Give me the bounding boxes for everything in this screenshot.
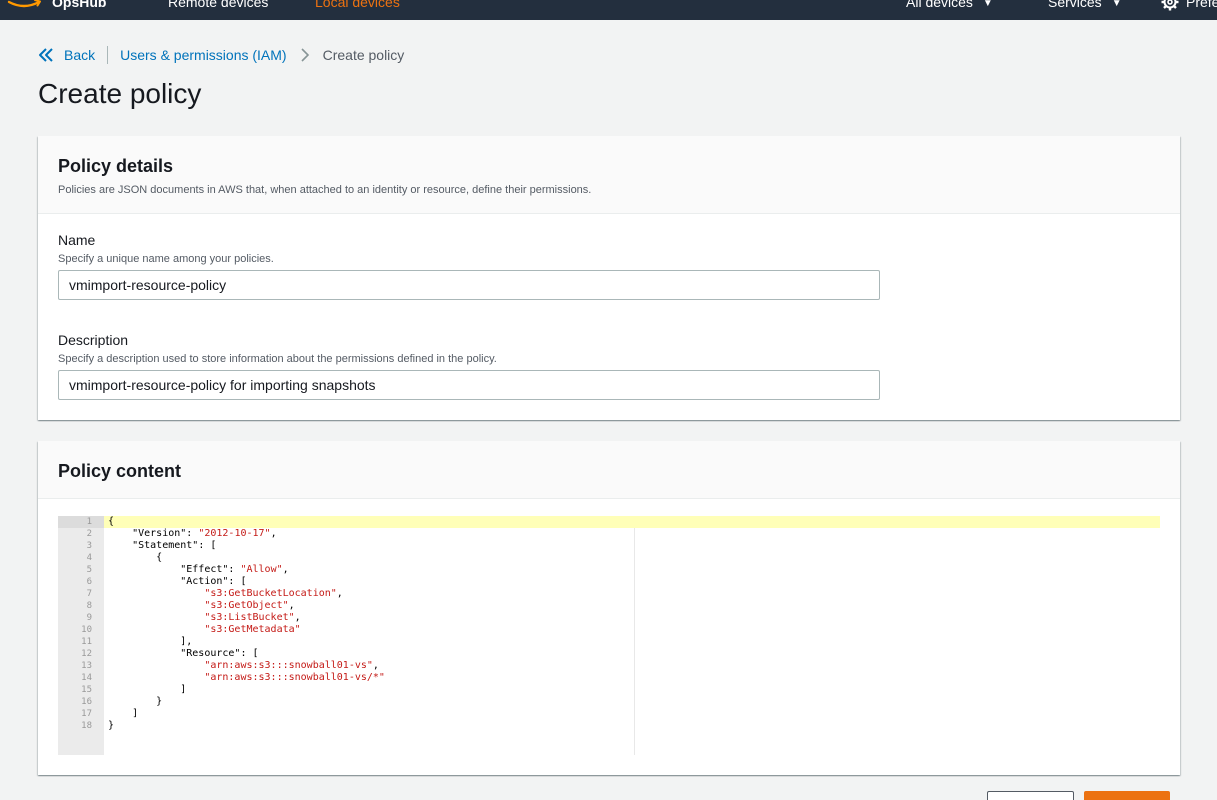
back-link[interactable]: Back xyxy=(64,47,95,63)
code-line: "Version": "2012-10-17", xyxy=(132,528,277,539)
policy-details-title: Policy details xyxy=(58,156,174,176)
nav-local-devices[interactable]: Local devices xyxy=(315,0,400,10)
double-chevron-left-icon[interactable] xyxy=(38,47,54,63)
code-line: { xyxy=(104,516,1160,528)
code-line: } xyxy=(108,720,115,731)
code-line: "Resource": [ xyxy=(180,648,259,659)
caret-down-icon: ▼ xyxy=(982,0,993,9)
line-number: 2 xyxy=(86,529,92,539)
line-number: 16 xyxy=(81,697,92,707)
caret-down-icon: ▼ xyxy=(1111,0,1122,9)
policy-details-panel: Policy details Policies are JSON documen… xyxy=(38,136,1180,420)
code-line: "Statement": [ xyxy=(132,540,217,551)
top-navigation-bar: OpsHub Remote devices Local devices All … xyxy=(0,0,1217,20)
policy-content-panel: Policy content 1 2 3 4 5 6 7 8 9 10 11 12 13 14 15 16 17… xyxy=(38,441,1180,775)
policy-content-header: Policy content xyxy=(38,441,1180,499)
page-title: Create policy xyxy=(38,78,202,109)
code-line: "s3:GetBucketLocation", xyxy=(204,588,343,599)
all-devices-label: All devices xyxy=(906,0,973,10)
code-line: ], xyxy=(108,636,193,647)
code-line: "Action": [ xyxy=(180,576,247,587)
name-input[interactable] xyxy=(58,270,880,300)
aws-logo-icon[interactable] xyxy=(6,0,42,12)
line-number: 9 xyxy=(86,613,92,623)
code-text-area[interactable]: { "Version": "2012-10-17", "Statement": … xyxy=(104,516,1160,755)
name-field: Name Specify a unique name among your po… xyxy=(58,232,880,300)
description-field: Description Specify a description used t… xyxy=(58,332,880,400)
code-line: { xyxy=(108,552,163,563)
cancel-button[interactable] xyxy=(987,791,1074,800)
brand-name[interactable]: OpsHub xyxy=(52,0,106,10)
code-line: "s3:GetMetadata" xyxy=(204,624,301,635)
code-line: ] xyxy=(108,708,139,719)
line-number: 17 xyxy=(81,709,92,719)
line-number: 10 xyxy=(81,625,92,635)
line-number: 15 xyxy=(81,685,92,695)
code-line: "s3:ListBucket", xyxy=(204,612,301,623)
policy-details-description: Policies are JSON documents in AWS that,… xyxy=(58,184,592,196)
preferences-link[interactable]: Preferences xyxy=(1186,0,1217,10)
line-number: 4 xyxy=(86,553,92,563)
description-hint: Specify a description used to store info… xyxy=(58,353,497,365)
description-input[interactable] xyxy=(58,370,880,400)
line-number: 11 xyxy=(81,637,92,647)
gear-icon[interactable] xyxy=(1161,0,1179,11)
name-hint: Specify a unique name among your policie… xyxy=(58,253,274,265)
code-line: "arn:aws:s3:::snowball01-vs", xyxy=(204,660,379,671)
policy-details-header: Policy details Policies are JSON documen… xyxy=(38,136,1180,214)
create-policy-button[interactable] xyxy=(1084,791,1170,800)
name-label: Name xyxy=(58,232,96,248)
breadcrumb-divider xyxy=(107,46,109,64)
line-number: 18 xyxy=(81,721,92,731)
chevron-right-icon xyxy=(301,48,309,62)
code-line: "s3:GetObject", xyxy=(204,600,295,611)
line-number: 8 xyxy=(86,601,92,611)
line-number: 12 xyxy=(81,649,92,659)
code-line: "arn:aws:s3:::snowball01-vs/*" xyxy=(204,672,385,683)
description-label: Description xyxy=(58,332,129,348)
code-line: } xyxy=(108,696,163,707)
policy-content-title: Policy content xyxy=(58,461,182,481)
json-code-editor[interactable]: 1 2 3 4 5 6 7 8 9 10 11 12 13 14 15 16 17 18 { "Version":… xyxy=(58,516,1160,755)
services-dropdown[interactable]: Services ▼ xyxy=(1048,0,1122,10)
breadcrumb-current: Create policy xyxy=(322,47,405,63)
breadcrumb: Back Users & permissions (IAM) Create po… xyxy=(38,46,404,64)
line-number: 1 xyxy=(58,516,104,528)
line-number: 7 xyxy=(86,589,92,599)
line-number: 13 xyxy=(81,661,92,671)
print-margin-line xyxy=(634,528,635,755)
all-devices-dropdown[interactable]: All devices ▼ xyxy=(906,0,993,10)
line-number: 5 xyxy=(86,565,92,575)
nav-remote-devices[interactable]: Remote devices xyxy=(168,0,268,10)
line-number: 3 xyxy=(86,541,92,551)
line-number: 6 xyxy=(86,577,92,587)
line-number-gutter: 1 2 3 4 5 6 7 8 9 10 11 12 13 14 15 16 17 18 xyxy=(58,516,104,755)
breadcrumb-iam-link[interactable]: Users & permissions (IAM) xyxy=(120,47,286,63)
code-line: "Effect": "Allow", xyxy=(180,564,289,575)
line-number: 14 xyxy=(81,673,92,683)
code-line: ] xyxy=(108,684,187,695)
services-label: Services xyxy=(1048,0,1102,10)
